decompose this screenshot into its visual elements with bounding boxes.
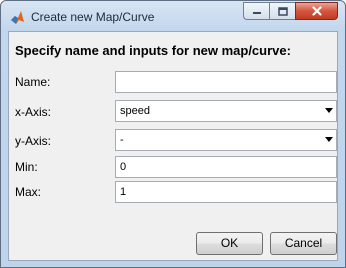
ok-button[interactable]: OK bbox=[196, 232, 263, 255]
name-label: Name: bbox=[15, 75, 51, 89]
caption-buttons bbox=[243, 2, 338, 20]
maximize-icon bbox=[277, 6, 288, 16]
name-input[interactable] bbox=[115, 71, 337, 93]
cancel-button[interactable]: Cancel bbox=[270, 232, 337, 255]
max-label: Max: bbox=[15, 185, 42, 199]
x-axis-dropdown[interactable]: speed bbox=[115, 100, 337, 122]
minimize-icon bbox=[252, 12, 261, 14]
chevron-down-icon bbox=[325, 108, 333, 113]
minimize-button[interactable] bbox=[243, 2, 269, 20]
x-axis-label: x-Axis: bbox=[15, 105, 51, 119]
x-axis-selected-value: speed bbox=[120, 105, 150, 117]
chevron-down-icon bbox=[325, 137, 333, 142]
y-axis-label: y-Axis: bbox=[15, 134, 51, 148]
min-label: Min: bbox=[15, 160, 38, 174]
y-axis-dropdown[interactable]: - bbox=[115, 129, 337, 151]
close-icon bbox=[311, 6, 322, 16]
window-title: Create new Map/Curve bbox=[31, 10, 155, 24]
dialog-window: Create new Map/Curve Specify name and in… bbox=[0, 0, 346, 268]
dialog-heading: Specify name and inputs for new map/curv… bbox=[15, 43, 291, 58]
min-input[interactable] bbox=[115, 156, 337, 178]
dialog-content: Specify name and inputs for new map/curv… bbox=[8, 31, 338, 261]
max-input[interactable] bbox=[115, 181, 337, 203]
title-bar[interactable]: Create new Map/Curve bbox=[1, 1, 345, 31]
maximize-button[interactable] bbox=[269, 2, 295, 20]
matlab-icon bbox=[11, 11, 24, 24]
close-button[interactable] bbox=[295, 2, 338, 20]
y-axis-selected-value: - bbox=[120, 134, 124, 146]
